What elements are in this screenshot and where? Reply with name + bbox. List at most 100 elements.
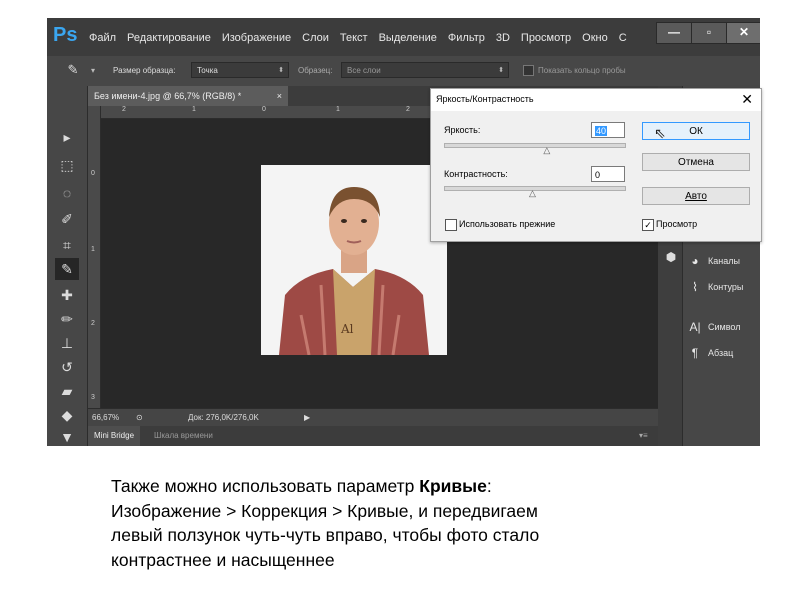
mouse-cursor-icon: ⇖ (654, 125, 666, 141)
panel-paragraph-label: Абзац (708, 348, 734, 358)
brightness-input[interactable]: 40 (591, 122, 625, 138)
tab-mini-bridge[interactable]: Mini Bridge (88, 426, 141, 446)
ruler-tick: 1 (91, 246, 95, 253)
ruler-tick: 1 (192, 106, 196, 113)
cancel-button[interactable]: Отмена (642, 153, 750, 171)
brightness-label: Яркость: (444, 125, 481, 135)
menu-bar: Ps Файл Редактирование Изображение Слои … (47, 18, 760, 56)
dialog-close-icon[interactable]: ✕ (741, 91, 753, 108)
lasso-tool-icon[interactable]: ◌ (55, 182, 79, 204)
eyedropper-options-icon[interactable]: ✎ (61, 59, 85, 81)
instruction-caption: Также можно использовать параметр Кривые… (111, 474, 671, 572)
ruler-tick: 3 (91, 394, 95, 401)
ruler-tick: 2 (406, 106, 410, 113)
auto-button[interactable]: Авто (642, 187, 750, 205)
brightness-slider-thumb[interactable]: △ (543, 145, 550, 156)
eraser-tool-icon[interactable]: ▰ (55, 380, 79, 402)
status-info-icon[interactable]: ⊙ (136, 413, 143, 422)
close-tab-icon[interactable]: × (277, 86, 282, 106)
ruler-tick: 2 (91, 320, 95, 327)
tool-preset-arrow-icon[interactable]: ▾ (91, 66, 95, 75)
caption-line4: контрастнее и насыщеннее (111, 549, 335, 570)
blur-tool-icon[interactable]: ▼ (55, 426, 79, 446)
menu-type[interactable]: Текст (340, 32, 368, 44)
sample-size-value: Точка (197, 66, 218, 75)
menu-window[interactable]: Окно (582, 32, 608, 44)
ruler-tick: 2 (122, 106, 126, 113)
panel-menu-icon[interactable]: ▾≡ (633, 426, 654, 446)
menu-filter[interactable]: Фильтр (448, 32, 485, 44)
panel-paths-label: Контуры (708, 282, 744, 292)
healing-brush-tool-icon[interactable]: ✚ (55, 284, 79, 306)
panel-character[interactable]: A| Символ (688, 318, 740, 336)
marquee-tool-icon[interactable]: ⬚ (55, 154, 79, 176)
preview-label: Просмотр (656, 219, 698, 229)
dialog-title: Яркость/Контрастность (436, 94, 534, 104)
document-size: Док: 276,0K/276,0K (188, 413, 259, 422)
paint-bucket-tool-icon[interactable]: ◆ (55, 404, 79, 426)
vertical-ruler: 0 1 2 3 (88, 106, 101, 418)
sample-label: Образец: (298, 66, 333, 75)
caption-curves-term: Кривые (419, 476, 487, 496)
show-ring-checkbox[interactable] (523, 65, 534, 76)
menu-file[interactable]: Файл (89, 32, 116, 44)
contrast-slider-thumb[interactable]: △ (529, 188, 536, 199)
panel-channels[interactable]: ◕ Каналы (688, 252, 740, 270)
menu-image[interactable]: Изображение (222, 32, 291, 44)
caption-line2: Изображение > Коррекция > Кривые, и пере… (111, 500, 538, 521)
zoom-level[interactable]: 66,67% (92, 413, 119, 422)
character-icon: A| (689, 320, 701, 334)
main-menu: Файл Редактирование Изображение Слои Тек… (89, 32, 638, 44)
portrait-image: Al (261, 165, 447, 355)
ruler-tick: 0 (91, 170, 95, 177)
sample-size-label: Размер образца: (113, 66, 176, 75)
panel-character-label: Символ (708, 322, 741, 332)
menu-help[interactable]: С (619, 32, 627, 44)
status-bar: 66,67% ⊙ Док: 276,0K/276,0K ▶ (88, 408, 658, 426)
close-window-button[interactable]: ✕ (726, 22, 760, 44)
clone-stamp-tool-icon[interactable]: ⊥ (55, 332, 79, 354)
menu-layers[interactable]: Слои (302, 32, 329, 44)
photoshop-logo: Ps (53, 24, 78, 46)
tab-timeline[interactable]: Шкала времени (148, 426, 219, 446)
panel-paths[interactable]: ⌇ Контуры (688, 278, 743, 296)
brush-tool-icon[interactable]: ✏ (55, 308, 79, 330)
caption-line1-suffix: : (486, 476, 492, 496)
menu-view[interactable]: Просмотр (521, 32, 571, 44)
panel-paragraph[interactable]: ¶ Абзац (688, 344, 733, 362)
brightness-slider-track[interactable] (444, 143, 626, 148)
brightness-contrast-dialog: Яркость/Контрастность ✕ Яркость: 40 △ Ко… (430, 88, 762, 242)
move-tool-icon[interactable]: ▸ (55, 126, 79, 148)
preview-checkbox[interactable]: ✓ (642, 219, 654, 231)
minimize-button[interactable]: — (656, 22, 692, 44)
shirt-print: Al (340, 322, 354, 336)
options-bar: ✎ ▾ Размер образца: Точка ⬍ Образец: Все… (47, 56, 760, 87)
contrast-label: Контрастность: (444, 169, 508, 179)
history-brush-tool-icon[interactable]: ↺ (55, 356, 79, 378)
tools-panel: ▸ ⬚ ◌ ✐ ⌗ ✎ ✚ ✏ ⊥ ↺ ▰ ◆ ▼ (47, 86, 88, 446)
show-ring-label: Показать кольцо пробы (538, 66, 626, 75)
ruler-tick: 1 (336, 106, 340, 113)
menu-3d[interactable]: 3D (496, 32, 510, 44)
sample-select[interactable]: Все слои ⬍ (341, 62, 509, 78)
3d-panel-icon[interactable]: ⬢ (659, 246, 683, 268)
crop-tool-icon[interactable]: ⌗ (55, 234, 79, 256)
caption-line3: левый ползунок чуть-чуть вправо, чтобы ф… (111, 525, 540, 545)
contrast-input[interactable]: 0 (591, 166, 625, 182)
sample-size-select[interactable]: Точка ⬍ (191, 62, 289, 78)
menu-select[interactable]: Выделение (379, 32, 437, 44)
document-tab-title: Без имени-4.jpg @ 66,7% (RGB/8) * (94, 91, 242, 101)
eyedropper-tool-icon[interactable]: ✎ (55, 258, 79, 280)
paragraph-icon: ¶ (691, 346, 699, 360)
caption-line1-prefix: Также можно использовать параметр (111, 476, 420, 496)
use-legacy-checkbox[interactable] (445, 219, 457, 231)
quick-selection-tool-icon[interactable]: ✐ (55, 208, 79, 230)
contrast-value: 0 (595, 170, 601, 180)
menu-edit[interactable]: Редактирование (127, 32, 211, 44)
dialog-title-bar: Яркость/Контрастность ✕ (431, 89, 761, 111)
document-tab[interactable]: Без имени-4.jpg @ 66,7% (RGB/8) * × (88, 86, 288, 106)
status-menu-arrow-icon[interactable]: ▶ (304, 413, 310, 422)
portrait-photo: Al (261, 165, 447, 355)
select-arrow-icon: ⬍ (278, 67, 284, 74)
maximize-button[interactable]: ▫ (691, 22, 727, 44)
